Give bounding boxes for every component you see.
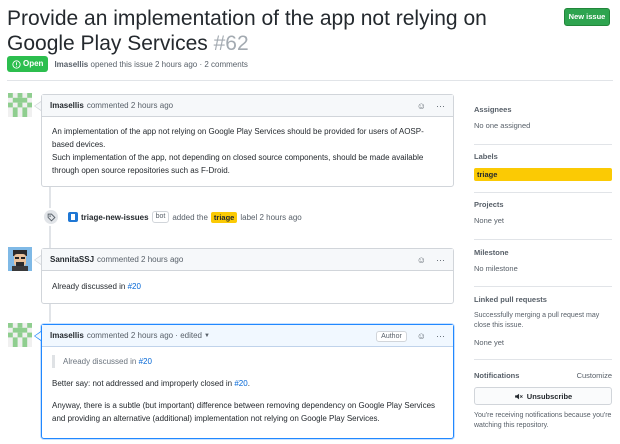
labels-section: Labels triage xyxy=(474,152,612,181)
tag-icon xyxy=(42,208,60,226)
sidebar-divider xyxy=(474,144,612,145)
milestone-section: Milestone No milestone xyxy=(474,248,612,274)
chevron-down-icon[interactable]: ▼ xyxy=(204,333,210,339)
smiley-icon[interactable]: ☺ xyxy=(417,255,426,265)
comment: lmasellis commented 2 hours ago · edited… xyxy=(34,324,454,439)
comment-arrow xyxy=(34,255,41,265)
comment-text: Already discussed in xyxy=(52,282,128,291)
sidebar-divider xyxy=(474,286,612,287)
issue-link[interactable]: #20 xyxy=(234,379,247,388)
comment-time[interactable]: commented 2 hours ago xyxy=(87,101,173,110)
issue-meta: lmasellis opened this issue 2 hours ago … xyxy=(54,60,247,69)
smiley-icon[interactable]: ☺ xyxy=(417,101,426,111)
linked-prs-note: Successfully merging a pull request may … xyxy=(474,312,600,329)
notifications-note: You're receiving notifications because y… xyxy=(474,412,612,429)
comment-tools: Author ☺ ··· xyxy=(376,325,445,347)
comment-paragraph: Anyway, there is a subtle (but important… xyxy=(52,401,436,423)
event-label[interactable]: triage xyxy=(210,211,238,223)
comment-text: . xyxy=(247,379,250,388)
avatar[interactable] xyxy=(8,323,32,347)
milestone-heading[interactable]: Milestone xyxy=(474,248,612,258)
comment-author[interactable]: lmasellis xyxy=(50,101,84,110)
notifications-heading: Notifications xyxy=(474,371,520,380)
notifications-section: Notifications Customize Unsubscribe You'… xyxy=(474,371,612,431)
quote-text: Already discussed in xyxy=(63,357,139,366)
issue-meta-text: opened this issue 2 hours ago · 2 commen… xyxy=(90,59,248,69)
avatar[interactable] xyxy=(8,93,32,117)
notifications-row: Notifications Customize xyxy=(474,371,612,381)
comment: lmasellis commented 2 hours ago ☺ ··· An… xyxy=(34,94,454,187)
linked-prs-section: Linked pull requests Successfully mergin… xyxy=(474,295,612,348)
bot-avatar[interactable] xyxy=(68,212,78,222)
comment-tools: ☺ ··· xyxy=(417,249,445,271)
comment-header: lmasellis commented 2 hours ago · edited… xyxy=(42,325,453,347)
projects-heading[interactable]: Projects xyxy=(474,200,612,210)
comment-author[interactable]: lmasellis xyxy=(50,331,84,340)
issue-author-link[interactable]: lmasellis xyxy=(54,60,88,69)
comment-text: Better say: not addressed and improperly… xyxy=(52,379,235,388)
avatar[interactable] xyxy=(8,247,32,271)
header-divider xyxy=(7,80,613,81)
more-icon[interactable]: ··· xyxy=(436,331,445,341)
comment: SannitaSSJ commented 2 hours ago ☺ ··· A… xyxy=(34,248,454,304)
more-icon[interactable]: ··· xyxy=(436,255,445,265)
comment-tools: ☺ ··· xyxy=(417,95,445,117)
smiley-icon[interactable]: ☺ xyxy=(417,331,426,341)
status-badge: Open xyxy=(7,56,49,72)
milestone-value: No milestone xyxy=(474,264,518,273)
comment-paragraph: Such implementation of the app, not depe… xyxy=(52,153,424,175)
comment-time[interactable]: commented 2 hours ago · edited xyxy=(87,331,202,340)
timeline-line xyxy=(49,304,51,322)
event-action: added the xyxy=(172,212,208,222)
mute-icon xyxy=(514,393,523,399)
more-icon[interactable]: ··· xyxy=(436,101,445,111)
comment-body: An implementation of the app not relying… xyxy=(42,117,453,185)
comment-arrow xyxy=(34,101,41,111)
unsubscribe-button[interactable]: Unsubscribe xyxy=(474,387,612,405)
comment-paragraph: An implementation of the app not relying… xyxy=(52,127,424,149)
label-event: triage-new-issues bot added the triage l… xyxy=(42,207,302,227)
sidebar-divider xyxy=(474,239,612,240)
customize-link[interactable]: Customize xyxy=(577,371,612,381)
sidebar-label-triage[interactable]: triage xyxy=(474,168,612,181)
issue-number: #62 xyxy=(213,32,249,55)
projects-section: Projects None yet xyxy=(474,200,612,226)
assignees-heading[interactable]: Assignees xyxy=(474,105,612,115)
comment-author[interactable]: SannitaSSJ xyxy=(50,255,94,264)
comment-body: Already discussed in #20 Better say: not… xyxy=(42,347,453,433)
issue-link[interactable]: #20 xyxy=(128,282,141,291)
comment-time[interactable]: commented 2 hours ago xyxy=(97,255,183,264)
event-actor[interactable]: triage-new-issues xyxy=(81,213,149,222)
author-badge: Author xyxy=(376,330,407,342)
issue-link[interactable]: #20 xyxy=(139,357,152,366)
sidebar-divider xyxy=(474,192,612,193)
new-issue-button[interactable]: New issue xyxy=(564,8,610,26)
event-suffix: label 2 hours ago xyxy=(240,212,302,222)
issue-opened-icon xyxy=(12,59,21,69)
comment-header: SannitaSSJ commented 2 hours ago ☺ ··· xyxy=(42,249,453,271)
sidebar-divider xyxy=(474,359,612,360)
unsubscribe-label: Unsubscribe xyxy=(526,391,573,401)
blockquote: Already discussed in #20 xyxy=(52,355,443,368)
issue-state-row: Open lmasellis opened this issue 2 hours… xyxy=(7,56,248,72)
projects-value: None yet xyxy=(474,216,505,225)
status-label: Open xyxy=(23,59,44,68)
linked-prs-value: None yet xyxy=(474,338,505,347)
labels-heading[interactable]: Labels xyxy=(474,152,612,162)
comment-arrow xyxy=(34,331,41,341)
comment-body: Already discussed in #20 xyxy=(42,271,453,301)
assignees-section: Assignees No one assigned xyxy=(474,105,612,131)
bot-badge: bot xyxy=(151,211,170,223)
linked-prs-heading[interactable]: Linked pull requests xyxy=(474,295,612,305)
comment-paragraph: Better say: not addressed and improperly… xyxy=(52,377,443,390)
issue-title: Provide an implementation of the app not… xyxy=(7,6,547,56)
comment-header: lmasellis commented 2 hours ago ☺ ··· xyxy=(42,95,453,117)
assignees-value: No one assigned xyxy=(474,121,531,130)
